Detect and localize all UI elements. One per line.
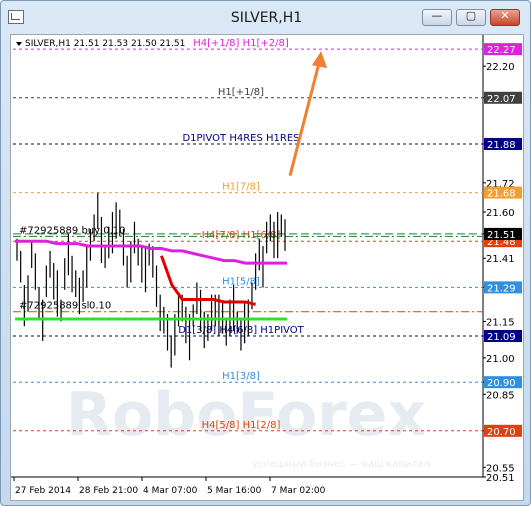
level-label: H4[5/8] H1[2/8] <box>202 420 281 431</box>
info-dropdown-icon[interactable] <box>16 42 22 46</box>
x-tick-label: 4 Mar 07:00 <box>143 486 198 496</box>
indicator-line-0 <box>15 239 287 265</box>
y-tick-label: 21.41 <box>486 254 515 265</box>
maximize-button[interactable]: ▢ <box>456 9 486 26</box>
price-badge-text: 21.29 <box>487 283 516 294</box>
x-tick-label: 27 Feb 2014 <box>15 486 71 496</box>
minimize-button[interactable]: — <box>422 9 452 26</box>
y-tick-label: 20.85 <box>486 390 515 401</box>
price-badge-text: 20.70 <box>487 427 516 438</box>
close-icon: ✕ <box>500 9 510 22</box>
forecast-arrow-head <box>312 51 328 69</box>
level-label: H1[3/8] <box>222 371 260 382</box>
maximize-icon: ▢ <box>465 9 477 22</box>
price-badge-text: 21.88 <box>487 140 516 151</box>
y-tick-label: 21.00 <box>486 354 515 365</box>
watermark-text: RoboForex <box>66 380 426 450</box>
chart-area[interactable]: RoboForex успешный бизнес — ваш капитал 22… <box>10 34 524 501</box>
minimize-icon: — <box>431 9 443 22</box>
x-tick-label: 5 Mar 16:00 <box>207 486 262 496</box>
order-buy-label: #72925889 buy 0.10 <box>19 225 126 236</box>
y-tick-label: 20.51 <box>486 473 515 484</box>
price-chart[interactable]: RoboForex успешный бизнес — ваш капитал 22… <box>11 35 523 500</box>
level-label: H1[+1/8] <box>218 87 264 98</box>
forecast-arrow-shaft <box>288 54 323 176</box>
x-tick-label: 28 Feb 21:00 <box>79 486 138 496</box>
y-tick-label: 21.60 <box>486 208 515 219</box>
level-label: H4[7/8] H1[6/8] <box>202 230 281 241</box>
x-tick-label: 7 Mar 02:00 <box>271 486 326 496</box>
level-label: H4[+1/8] H1[+2/8] <box>193 38 289 49</box>
price-badge-text: 21.68 <box>487 189 516 200</box>
price-badge-text: 22.27 <box>487 45 516 56</box>
title-bar[interactable]: SILVER,H1 — ▢ ✕ <box>1 1 530 33</box>
y-tick-label: 21.15 <box>486 317 515 328</box>
y-tick-label: 22.20 <box>486 62 515 73</box>
price-badge-text: 21.09 <box>487 332 516 343</box>
current-price-text: 21.51 <box>487 230 516 241</box>
level-label: H1[5/8] <box>222 276 260 287</box>
level-label: D1PIVOT H4RES H1RES <box>182 133 299 144</box>
price-badge-text: 22.07 <box>487 94 516 105</box>
close-button[interactable]: ✕ <box>490 9 520 26</box>
chart-window: SILVER,H1 — ▢ ✕ RoboForex успешный бизнес… <box>0 0 531 506</box>
watermark-subtext: успешный бизнес — ваш капитал <box>252 459 430 470</box>
price-badge-text: 20.90 <box>487 378 516 389</box>
level-label: H1[7/8] <box>222 182 260 193</box>
symbol-info-line: SILVER,H1 21.51 21.53 21.50 21.51 <box>25 39 185 49</box>
order-sl-lot: 0.10 <box>89 301 111 312</box>
